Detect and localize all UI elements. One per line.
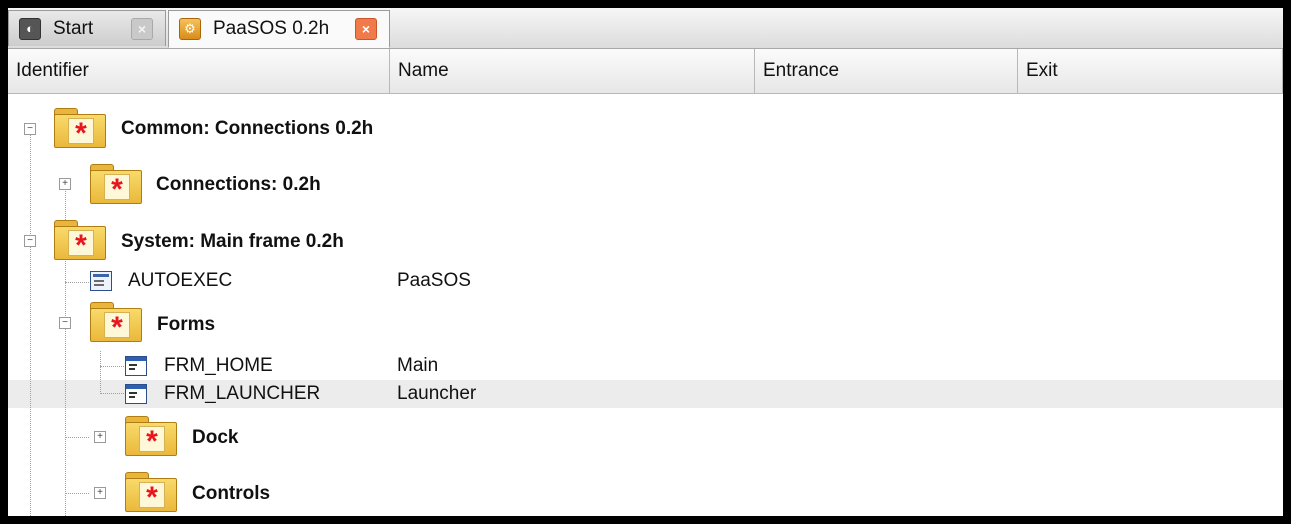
row-identifier: FRM_HOME: [164, 355, 273, 376]
expand-icon[interactable]: +: [59, 178, 71, 190]
expand-icon[interactable]: +: [94, 487, 106, 499]
tree-view: − * Common: Connections 0.2h + * Connect…: [8, 94, 1283, 516]
column-exit[interactable]: Exit: [1018, 49, 1283, 93]
column-name[interactable]: Name: [390, 49, 755, 93]
tab-paasos-label: PaaSOS 0.2h: [213, 18, 330, 39]
tab-paasos[interactable]: ⚙ PaaSOS 0.2h ×: [168, 10, 390, 48]
close-icon[interactable]: ×: [131, 17, 153, 40]
tree-line: [30, 129, 31, 516]
row-name: Launcher: [397, 383, 477, 404]
tab-start-label: Start: [53, 17, 94, 39]
tree-line: [100, 366, 124, 367]
column-entrance[interactable]: Entrance: [755, 49, 1018, 93]
folder-icon: *: [125, 416, 177, 456]
tree-node-label: Connections: 0.2h: [156, 174, 321, 195]
tree-node-label: Common: Connections 0.2h: [121, 118, 374, 139]
tree-node-label: Dock: [192, 427, 239, 448]
collapse-icon[interactable]: −: [59, 317, 71, 329]
close-icon[interactable]: ×: [355, 18, 377, 40]
folder-icon: *: [54, 220, 106, 260]
tree-line: [100, 351, 101, 394]
form-icon: [125, 384, 147, 404]
row-identifier: FRM_LAUNCHER: [164, 383, 321, 404]
start-icon: ◐: [19, 17, 41, 40]
collapse-icon[interactable]: −: [24, 123, 36, 135]
app-window: ◐ Start × ⚙ PaaSOS 0.2h × Identifier Nam…: [8, 8, 1283, 516]
collapse-icon[interactable]: −: [24, 235, 36, 247]
form-icon: [125, 356, 147, 376]
script-icon: [90, 271, 112, 291]
folder-icon: *: [90, 164, 142, 204]
row-name: PaaSOS: [397, 270, 471, 291]
gear-icon: ⚙: [179, 18, 201, 40]
tree-node-label: Controls: [192, 483, 271, 504]
folder-icon: *: [54, 108, 106, 148]
row-identifier: AUTOEXEC: [128, 270, 233, 291]
tree-node-label: Forms: [157, 314, 216, 335]
tab-start[interactable]: ◐ Start ×: [8, 10, 166, 46]
expand-icon[interactable]: +: [94, 431, 106, 443]
tab-bar: ◐ Start × ⚙ PaaSOS 0.2h ×: [8, 8, 1283, 49]
tree-node-label: System: Main frame 0.2h: [121, 231, 344, 252]
folder-icon: *: [125, 472, 177, 512]
folder-icon: *: [90, 302, 142, 342]
column-header: Identifier Name Entrance Exit: [8, 49, 1283, 94]
tree-line: [100, 393, 124, 394]
column-identifier[interactable]: Identifier: [8, 49, 390, 93]
row-name: Main: [397, 355, 439, 376]
